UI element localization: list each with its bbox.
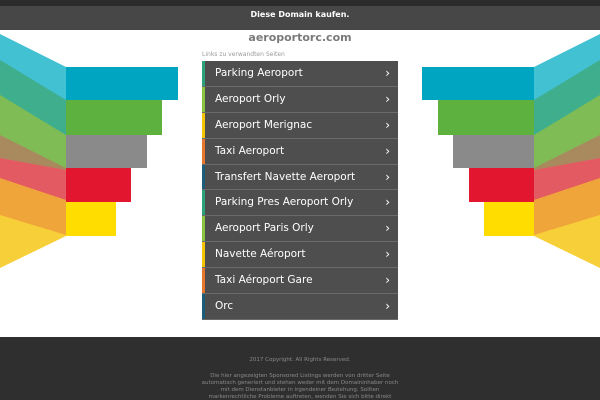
related-link[interactable]: Transfert Navette Aeroport ›: [202, 164, 398, 191]
link-accent: [202, 294, 205, 319]
related-link-label: Parking Aeroport: [215, 67, 303, 79]
related-link-label: Taxi Aéroport Gare: [215, 274, 313, 287]
copyright-text: 2017 Copyright. All Rights Reserved.: [249, 357, 351, 363]
chevron-right-icon: ›: [385, 117, 390, 132]
related-link[interactable]: Taxi Aéroport Gare ›: [202, 268, 398, 295]
link-accent: [202, 268, 205, 294]
related-links-list: Parking Aeroport › Aeroport Orly › Aerop…: [202, 61, 398, 320]
chevron-right-icon: ›: [385, 299, 390, 314]
top-bar: Diese Domain kaufen.: [0, 0, 600, 30]
related-link-label: Transfert Navette Aeroport: [215, 170, 356, 183]
link-accent: [202, 61, 205, 86]
chevron-right-icon: ›: [385, 273, 390, 288]
related-link[interactable]: Aeroport Orly ›: [202, 86, 398, 113]
related-link-label: Parking Pres Aeroport Orly: [215, 196, 354, 209]
link-accent: [202, 242, 205, 268]
related-link[interactable]: Navette Aéroport ›: [202, 242, 398, 269]
related-link-label: Taxi Aeroport: [215, 144, 285, 157]
right-wing: [422, 34, 600, 268]
chevron-right-icon: ›: [385, 247, 390, 262]
chevron-right-icon: ›: [385, 221, 390, 236]
related-link[interactable]: Parking Pres Aeroport Orly ›: [202, 190, 398, 217]
related-link-label: Aeroport Orly: [215, 92, 286, 105]
link-accent: [202, 164, 205, 190]
related-link[interactable]: Taxi Aeroport ›: [202, 138, 398, 165]
buy-domain-link[interactable]: Diese Domain kaufen.: [0, 10, 600, 19]
link-accent: [202, 216, 205, 242]
related-links-title: Links zu verwandten Seiten: [202, 51, 285, 58]
chevron-right-icon: ›: [385, 195, 390, 210]
chevron-right-icon: ›: [385, 169, 390, 184]
link-accent: [202, 138, 205, 164]
link-accent: [202, 86, 205, 112]
related-link[interactable]: Aeroport Merignac ›: [202, 112, 398, 139]
disclaimer-text: Die hier angezeigten Sponsored Listings …: [201, 373, 399, 400]
related-link-label: Aeroport Merignac: [215, 118, 313, 131]
link-accent: [202, 190, 205, 216]
related-link-label: Navette Aéroport: [215, 248, 306, 261]
link-accent: [202, 112, 205, 138]
related-link[interactable]: Orc ›: [202, 294, 398, 320]
page: Diese Domain kaufen. aeroportorc.com Lin…: [0, 0, 600, 400]
related-link[interactable]: Parking Aeroport ›: [202, 61, 398, 87]
related-link-label: Orc: [215, 300, 234, 313]
footer: 2017 Copyright. All Rights Reserved. Die…: [0, 337, 600, 400]
chevron-right-icon: ›: [385, 66, 390, 80]
related-link[interactable]: Aeroport Paris Orly ›: [202, 216, 398, 243]
chevron-right-icon: ›: [385, 143, 390, 158]
left-wing: [0, 34, 178, 268]
related-link-label: Aeroport Paris Orly: [215, 222, 314, 235]
chevron-right-icon: ›: [385, 91, 390, 106]
domain-title: aeroportorc.com: [248, 31, 352, 44]
